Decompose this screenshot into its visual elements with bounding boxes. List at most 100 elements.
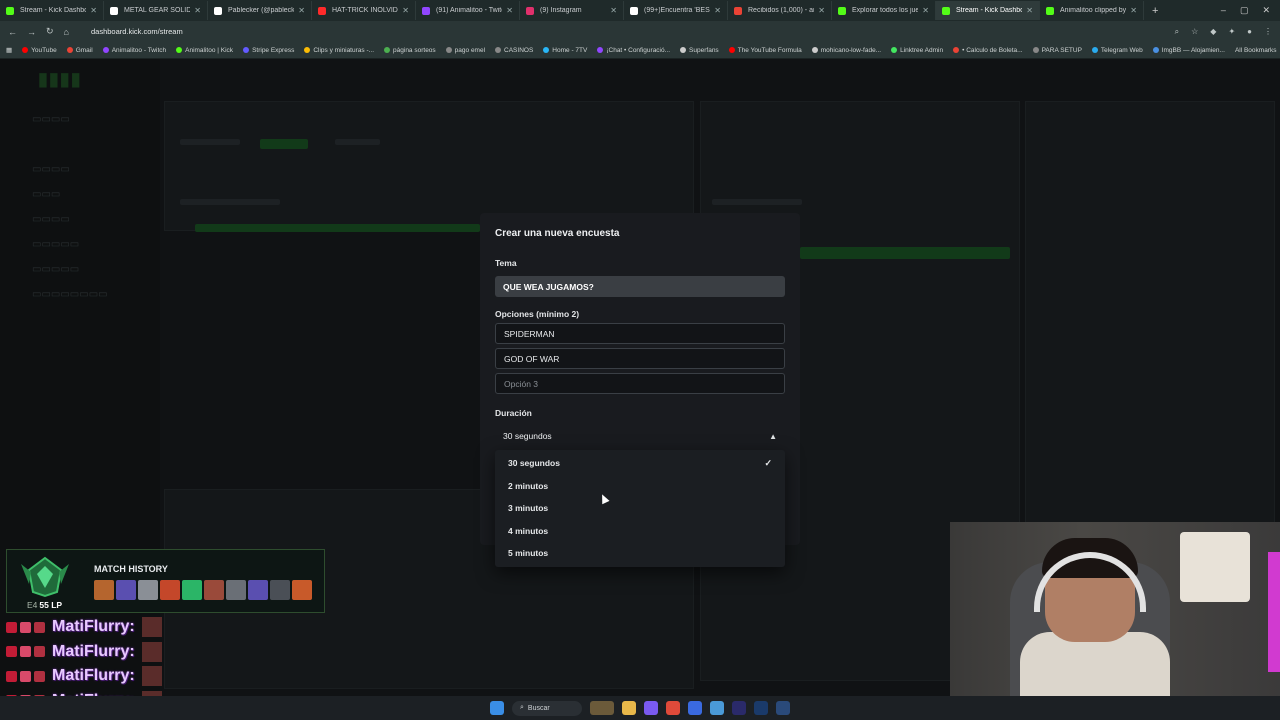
apps-grid-icon[interactable]: ▦	[6, 46, 12, 54]
browser-tab[interactable]: Explorar todos los juego ✕	[832, 1, 936, 20]
back-icon[interactable]: ←	[8, 27, 17, 37]
reload-icon[interactable]: ↻	[46, 26, 54, 37]
stream-info-panel	[164, 101, 694, 231]
option-1-input[interactable]: SPIDERMAN	[495, 323, 785, 344]
app-icon[interactable]	[666, 701, 680, 715]
premiere-icon[interactable]	[732, 701, 746, 715]
duration-option[interactable]: 5 minutos	[495, 542, 785, 565]
tab-close-icon[interactable]: ✕	[194, 6, 201, 15]
profile-avatar[interactable]: ●	[1247, 27, 1252, 37]
extension-icon[interactable]: ◆	[1210, 27, 1216, 37]
sidebar-item[interactable]: ▭▭▭▭▭▭▭▭	[32, 289, 108, 300]
tab-close-icon[interactable]: ✕	[922, 6, 929, 15]
bookmark-item[interactable]: YouTube	[22, 47, 57, 54]
widget-icon[interactable]	[590, 701, 614, 715]
forward-icon[interactable]: →	[27, 27, 36, 37]
bookmark-item[interactable]: CASINOS	[495, 47, 533, 54]
photoshop-icon[interactable]	[754, 701, 768, 715]
sidebar-item[interactable]: ▭▭▭	[32, 189, 60, 200]
bookmark-item[interactable]: The YouTube Formula	[728, 47, 802, 54]
chat-username: MatiFlurry:	[52, 618, 135, 635]
duration-option[interactable]: 30 segundos ✓	[495, 452, 785, 475]
bookmark-star-icon[interactable]: ☆	[1191, 27, 1198, 37]
bookmark-item[interactable]: ¡Chat • Configuració...	[597, 47, 670, 54]
bookmark-item[interactable]: Animalitoo - Twitch	[102, 46, 167, 54]
bookmark-item[interactable]: Superfans	[680, 47, 719, 54]
bookmark-item[interactable]: Home - 7TV	[543, 47, 587, 54]
duration-option[interactable]: 2 minutos	[495, 475, 785, 498]
zoom-icon[interactable]: ⌕	[1175, 27, 1179, 37]
maximize-icon[interactable]: ▢	[1240, 5, 1249, 16]
windows-start-icon[interactable]	[490, 701, 504, 715]
browser-tab[interactable]: Stream - Kick Dashboard ✕	[0, 1, 104, 20]
browser-tab[interactable]: Recibidos (1,000) - anim ✕	[728, 1, 832, 20]
bookmark-item[interactable]: • Calculo de Boleta...	[953, 47, 1023, 54]
extensions-puzzle-icon[interactable]: ✦	[1228, 27, 1235, 37]
tab-favicon-icon	[942, 6, 950, 15]
browser-tab[interactable]: HAT-TRICK INOLVIDA ✕	[312, 1, 416, 20]
browser-tab[interactable]: Pablecker (@pablecker) |✕	[208, 1, 312, 20]
duration-option[interactable]: 4 minutos	[495, 520, 785, 543]
browser-tab[interactable]: Stream - Kick Dashboard ✕	[936, 1, 1040, 20]
tab-close-icon[interactable]: ✕	[506, 6, 513, 15]
home-icon[interactable]: ⌂	[64, 27, 69, 37]
duration-select[interactable]: 30 segundos ▲	[495, 426, 785, 446]
bookmark-item[interactable]: ImgBB — Alojamien...	[1152, 47, 1225, 54]
tab-favicon-icon	[214, 6, 222, 15]
bookmark-item[interactable]: página sorteos	[384, 47, 436, 54]
taskbar-search[interactable]: ⌕ Buscar	[512, 700, 582, 716]
sidebar-item[interactable]: ▭▭▭▭	[32, 214, 70, 225]
option-3-input[interactable]: Opción 3	[495, 373, 785, 394]
chat-avatar	[141, 617, 162, 637]
bookmark-item[interactable]: Gmail	[66, 47, 93, 54]
tab-favicon-icon	[630, 6, 638, 15]
tab-close-icon[interactable]: ✕	[1026, 6, 1033, 15]
minimize-icon[interactable]: –	[1221, 5, 1226, 16]
new-tab-button[interactable]: +	[1144, 5, 1166, 17]
duration-option-label: 2 minutos	[508, 480, 549, 491]
steam-icon[interactable]	[776, 701, 790, 715]
bookmark-item[interactable]: Linktree Admin	[891, 47, 943, 54]
browser-tab[interactable]: (91) Animalitoo - Twitch ✕	[416, 1, 520, 20]
bookmark-item[interactable]: Telegram Web	[1091, 47, 1143, 54]
close-window-icon[interactable]: ✕	[1262, 5, 1270, 16]
topic-input[interactable]: QUE WEA JUGAMOS?	[495, 276, 785, 297]
file-explorer-icon[interactable]	[622, 701, 636, 715]
bookmark-item[interactable]: mohicano-low-fade...	[811, 47, 881, 54]
sidebar-item[interactable]: ▭▭▭▭▭	[32, 239, 79, 250]
browser-tab[interactable]: METAL GEAR SOLID & SH✕	[104, 1, 208, 20]
app-icon[interactable]	[688, 701, 702, 715]
sidebar-item[interactable]: ▭▭▭▭	[32, 164, 70, 175]
option-2-input[interactable]: GOD OF WAR	[495, 348, 785, 369]
tab-close-icon[interactable]: ✕	[1130, 6, 1137, 15]
placeholder	[712, 199, 802, 205]
sidebar-item[interactable]: ▭▭▭▭	[32, 114, 70, 125]
rank-emblem-icon	[21, 556, 69, 598]
chrome-icon[interactable]	[710, 701, 724, 715]
bookmark-item[interactable]: Clips y miniaturas -...	[304, 47, 374, 54]
taskbar-search-label: Buscar	[527, 704, 550, 712]
tab-label: Animalitoo clipped by Cr	[1060, 7, 1127, 14]
bookmark-item[interactable]: Animalitoo | Kick	[176, 47, 233, 54]
bookmark-label: Animalitoo | Kick	[185, 46, 234, 54]
tab-close-icon[interactable]: ✕	[402, 6, 409, 15]
bookmark-item[interactable]: Stripe Express	[243, 47, 294, 54]
tab-close-icon[interactable]: ✕	[714, 6, 721, 15]
bookmark-item[interactable]: pago emel	[445, 47, 485, 54]
browser-tab[interactable]: (99+)Encuentra 'BESO KA ✕	[624, 1, 728, 20]
browser-tab[interactable]: (9) Instagram ✕	[520, 1, 624, 20]
browser-tab[interactable]: Animalitoo clipped by Cr✕	[1040, 1, 1144, 20]
tab-close-icon[interactable]: ✕	[90, 6, 97, 15]
discord-icon[interactable]	[644, 701, 658, 715]
tab-close-icon[interactable]: ✕	[818, 6, 825, 15]
all-bookmarks-button[interactable]: All Bookmarks	[1235, 47, 1277, 54]
bookmark-label: Animalitoo - Twitch	[111, 46, 167, 54]
bookmark-item[interactable]: PARA SETUP	[1032, 47, 1082, 54]
tab-close-icon[interactable]: ✕	[610, 6, 617, 15]
url-field[interactable]: dashboard.kick.com/stream	[91, 27, 1165, 36]
tab-favicon-icon	[526, 6, 534, 15]
tab-close-icon[interactable]: ✕	[298, 6, 305, 15]
sidebar-item[interactable]: ▭▭▭▭▭	[32, 264, 79, 275]
duration-option[interactable]: 3 minutos	[495, 497, 785, 520]
menu-kebab-icon[interactable]: ⋮	[1264, 27, 1272, 37]
